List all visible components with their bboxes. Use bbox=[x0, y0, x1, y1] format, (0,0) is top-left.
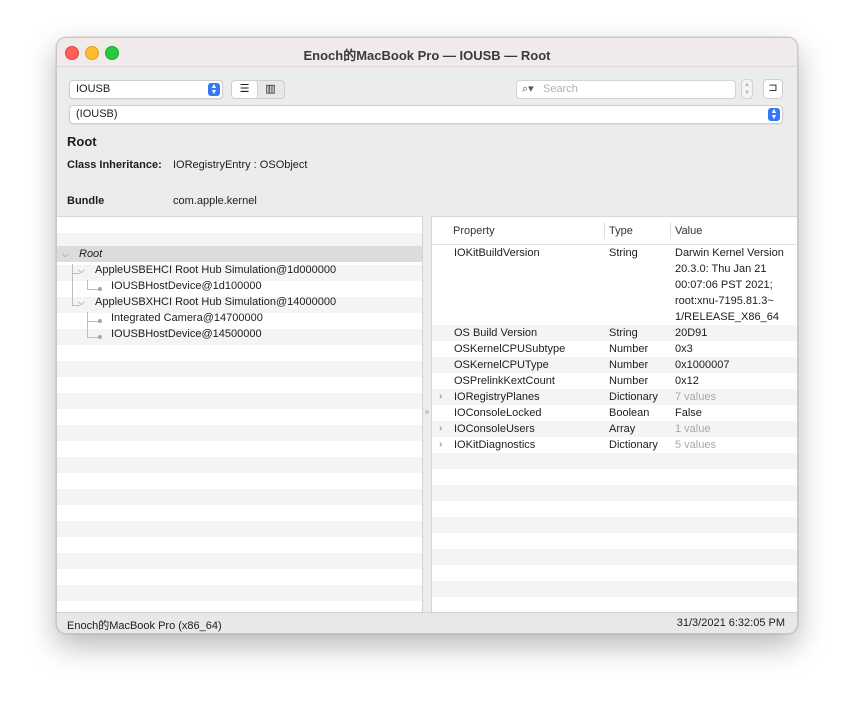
list-view-icon[interactable]: ☰ bbox=[232, 81, 258, 98]
chevron-updown-icon: ▲ ▼ bbox=[768, 108, 780, 121]
snapshot-timestamp: 31/3/2021 6:32:05 PM bbox=[676, 617, 785, 629]
plane-popup-value: IOUSB bbox=[76, 83, 111, 95]
path-popup[interactable]: (IOUSB) ▲ ▼ bbox=[69, 105, 783, 124]
tree-row[interactable]: ⌵ AppleUSBXHCI Root Hub Simulation@14000… bbox=[57, 294, 422, 310]
registry-tree[interactable]: ⌵ Root ⌵ AppleUSBEHCI Root Hub Simulatio… bbox=[57, 216, 422, 613]
tree-row[interactable]: ⌵ AppleUSBEHCI Root Hub Simulation@1d000… bbox=[57, 262, 422, 278]
bundle-value: com.apple.kernel bbox=[173, 195, 257, 207]
inspector-toggle-icon[interactable]: ⊐ bbox=[763, 79, 783, 99]
tree-row[interactable]: IOUSBHostDevice@1d100000 bbox=[57, 278, 422, 294]
bundle-label: Bundle bbox=[67, 195, 105, 207]
window-title: Enoch的MacBook Pro — IOUSB — Root bbox=[303, 48, 551, 63]
chevron-down-icon[interactable]: ⌵ bbox=[78, 294, 85, 310]
table-row[interactable]: IOKitBuildVersion String Darwin Kernel V… bbox=[432, 245, 797, 325]
chevron-right-icon[interactable]: › bbox=[439, 421, 442, 437]
chevron-down-icon[interactable]: ⌵ bbox=[62, 246, 69, 262]
search-icon[interactable]: ⌕▾ bbox=[522, 82, 534, 96]
properties-table[interactable]: Property Type Value IOKitBuildVersion St… bbox=[432, 216, 797, 613]
tree-row[interactable]: IOUSBHostDevice@14500000 bbox=[57, 326, 422, 342]
search-field[interactable]: ⌕▾ Search bbox=[516, 80, 736, 99]
entry-name: Root bbox=[67, 134, 97, 149]
class-inheritance-label: Class Inheritance: bbox=[67, 159, 162, 171]
search-placeholder: Search bbox=[543, 83, 578, 95]
view-mode-control[interactable]: ☰ ▥ bbox=[231, 80, 285, 99]
path-popup-value: (IOUSB) bbox=[76, 108, 118, 120]
table-header: Property Type Value bbox=[432, 217, 797, 245]
column-header-type[interactable]: Type bbox=[609, 225, 633, 237]
split-divider[interactable] bbox=[422, 216, 432, 612]
class-inheritance-value: IORegistryEntry : OSObject bbox=[173, 159, 308, 171]
chevron-right-icon[interactable]: › bbox=[439, 389, 442, 405]
machine-name: Enoch的MacBook Pro (x86_64) bbox=[67, 620, 222, 632]
info-panel: Root Class Inheritance: IORegistryEntry … bbox=[57, 128, 797, 216]
chevron-down-icon[interactable]: ⌵ bbox=[78, 262, 85, 278]
title-bar[interactable]: Enoch的MacBook Pro — IOUSB — Root bbox=[57, 38, 797, 67]
chevron-updown-icon: ▲ ▼ bbox=[208, 83, 220, 96]
tree-row[interactable]: Integrated Camera@14700000 bbox=[57, 310, 422, 326]
column-view-icon[interactable]: ▥ bbox=[258, 81, 283, 98]
tree-row-root[interactable]: ⌵ Root bbox=[57, 246, 422, 262]
status-bar: Enoch的MacBook Pro (x86_64) 31/3/2021 6:3… bbox=[57, 612, 797, 633]
column-header-value[interactable]: Value bbox=[675, 225, 702, 237]
column-header-property[interactable]: Property bbox=[453, 225, 495, 237]
ioregistry-window: Enoch的MacBook Pro — IOUSB — Root IOUSB ▲… bbox=[56, 37, 798, 634]
toolbar: IOUSB ▲ ▼ ☰ ▥ ⌕▾ Search ▲ ▼ ⊐ (IOUSB) ▲ ▼ bbox=[57, 67, 797, 127]
search-stepper[interactable]: ▲ ▼ bbox=[741, 79, 753, 99]
divider-handle-icon[interactable] bbox=[425, 410, 429, 414]
chevron-right-icon[interactable]: › bbox=[439, 437, 442, 453]
plane-popup[interactable]: IOUSB ▲ ▼ bbox=[69, 80, 223, 99]
